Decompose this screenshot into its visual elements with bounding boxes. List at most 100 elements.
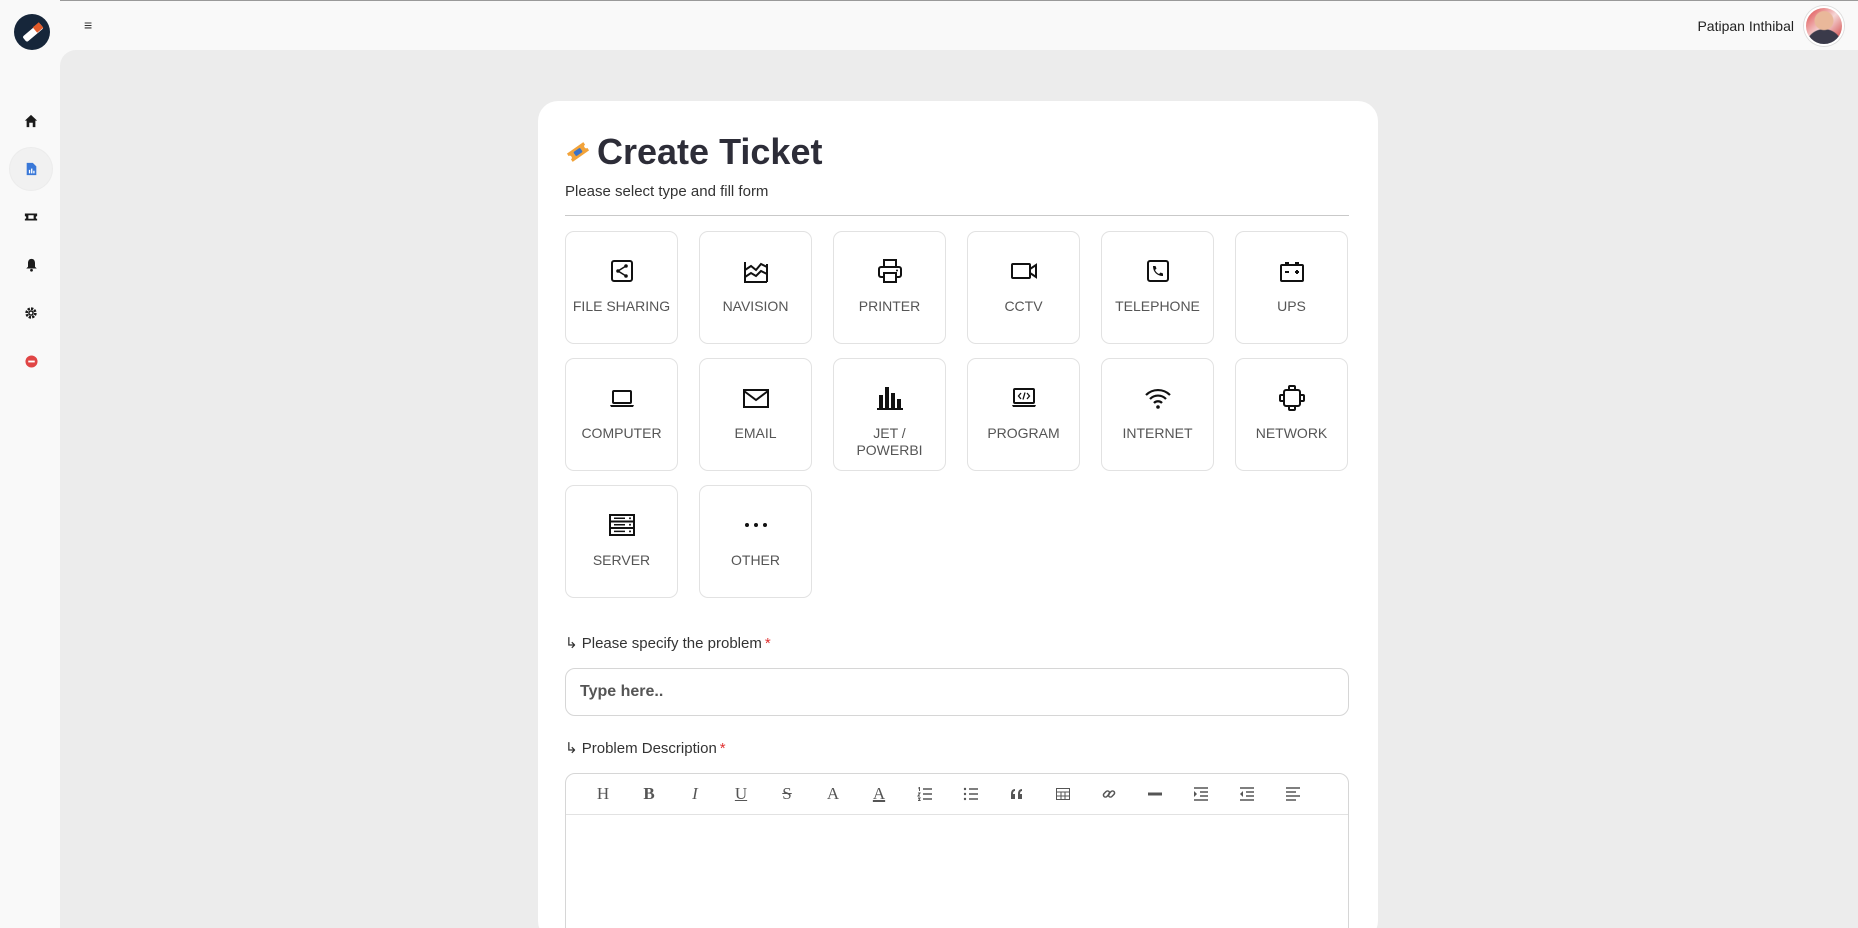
table-icon: [1056, 788, 1070, 800]
sidebar-item-logout[interactable]: [10, 340, 52, 382]
italic-button[interactable]: I: [672, 779, 718, 809]
sidebar-item-report[interactable]: [10, 148, 52, 190]
app-logo[interactable]: [14, 14, 50, 50]
type-tile-printer[interactable]: PRINTER: [833, 231, 946, 344]
page-subtitle: Please select type and fill form: [565, 183, 769, 200]
problem-label-text: ↳ Please specify the problem: [565, 635, 762, 652]
divider: [565, 215, 1349, 216]
home-icon: [24, 114, 38, 128]
type-label: CCTV: [1004, 298, 1043, 314]
ticket-type-grid: FILE SHARING NAVISION PRINTER CCTV TELEP…: [565, 231, 1348, 598]
page-title: Create Ticket: [597, 131, 823, 172]
type-label: COMPUTER: [581, 425, 662, 441]
top-border: [0, 0, 1858, 1]
quote-icon: [1011, 789, 1022, 799]
quote-button[interactable]: [994, 779, 1040, 809]
type-label: NAVISION: [722, 298, 789, 314]
logout-icon: [24, 354, 38, 368]
sidebar-item-settings[interactable]: [10, 292, 52, 334]
link-button[interactable]: [1086, 779, 1132, 809]
underline-button[interactable]: U: [718, 779, 764, 809]
bar-chart-icon: [876, 387, 903, 410]
description-label: ↳ Problem Description *: [565, 739, 726, 757]
ticket-title-icon: [566, 142, 590, 162]
ticket-icon: [24, 213, 38, 221]
camera-icon: [1010, 263, 1037, 279]
description-label-text: ↳ Problem Description: [565, 740, 717, 757]
type-label: TELEPHONE: [1115, 298, 1200, 314]
type-label: EMAIL: [734, 425, 777, 441]
required-mark: *: [719, 740, 726, 757]
type-tile-jet-powerbi[interactable]: JET / POWERBI: [833, 358, 946, 471]
type-label: SERVER: [592, 552, 651, 568]
phone-icon: [1146, 260, 1169, 282]
type-tile-ups[interactable]: UPS: [1235, 231, 1348, 344]
horizontal-rule-icon: [1148, 792, 1162, 796]
user-menu[interactable]: Patipan Inthibal: [1697, 6, 1844, 46]
type-tile-internet[interactable]: INTERNET: [1101, 358, 1214, 471]
type-tile-computer[interactable]: COMPUTER: [565, 358, 678, 471]
network-icon: [1278, 385, 1305, 411]
wifi-icon: [1144, 388, 1171, 409]
outdent-button[interactable]: [1224, 779, 1270, 809]
bell-icon: [25, 258, 37, 272]
printer-icon: [877, 259, 902, 283]
type-tile-server[interactable]: SERVER: [565, 485, 678, 598]
type-tile-telephone[interactable]: TELEPHONE: [1101, 231, 1214, 344]
link-icon: [1102, 790, 1116, 798]
page-title-row: Create Ticket: [565, 131, 822, 173]
type-tile-other[interactable]: OTHER: [699, 485, 812, 598]
ordered-list-button[interactable]: [902, 779, 948, 809]
type-label: FILE SHARING: [572, 298, 671, 314]
highlight-button[interactable]: A: [856, 779, 902, 809]
menu-toggle-icon[interactable]: ≡: [84, 18, 98, 32]
server-icon: [608, 514, 635, 536]
bold-button[interactable]: B: [626, 779, 672, 809]
share-icon: [610, 260, 633, 282]
type-label: PRINTER: [858, 298, 921, 314]
type-label: JET / POWERBI: [856, 425, 923, 458]
sidebar-item-tickets[interactable]: [10, 196, 52, 238]
align-button[interactable]: [1270, 779, 1316, 809]
indent-button[interactable]: [1178, 779, 1224, 809]
type-tile-email[interactable]: EMAIL: [699, 358, 812, 471]
battery-icon: [1279, 262, 1304, 282]
gear-icon: [25, 307, 37, 319]
align-left-icon: [1286, 787, 1300, 801]
type-tile-network[interactable]: NETWORK: [1235, 358, 1348, 471]
bullet-list-button[interactable]: [948, 779, 994, 809]
sidebar: [0, 0, 60, 928]
dots-icon: [744, 523, 767, 527]
description-editor[interactable]: H B I U S A A: [565, 773, 1349, 928]
avatar[interactable]: [1804, 6, 1844, 46]
type-label: PROGRAM: [987, 425, 1060, 441]
type-tile-navision[interactable]: NAVISION: [699, 231, 812, 344]
envelope-icon: [742, 389, 769, 408]
ordered-list-icon: [917, 787, 932, 801]
table-button[interactable]: [1040, 779, 1086, 809]
user-name: Patipan Inthibal: [1697, 18, 1794, 34]
type-label: UPS: [1277, 298, 1306, 314]
type-label: OTHER: [731, 552, 780, 568]
problem-label: ↳ Please specify the problem *: [565, 634, 771, 652]
heading-button[interactable]: H: [580, 779, 626, 809]
bullet-list-icon: [963, 787, 978, 801]
chart-area-icon: [743, 262, 768, 283]
strikethrough-button[interactable]: S: [764, 779, 810, 809]
horizontal-rule-button[interactable]: [1132, 779, 1178, 809]
required-mark: *: [764, 635, 771, 652]
code-laptop-icon: [1011, 388, 1036, 407]
type-tile-cctv[interactable]: CCTV: [967, 231, 1080, 344]
type-tile-file-sharing[interactable]: FILE SHARING: [565, 231, 678, 344]
create-ticket-card: Create Ticket Please select type and fil…: [538, 101, 1378, 928]
editor-toolbar: H B I U S A A: [566, 774, 1348, 815]
indent-icon: [1194, 787, 1208, 801]
laptop-icon: [609, 390, 634, 407]
type-tile-program[interactable]: PROGRAM: [967, 358, 1080, 471]
sidebar-item-notifications[interactable]: [10, 244, 52, 286]
sidebar-item-home[interactable]: [10, 100, 52, 142]
problem-input[interactable]: [565, 668, 1349, 716]
font-color-button[interactable]: A: [810, 779, 856, 809]
report-icon: [26, 162, 36, 176]
type-label: INTERNET: [1122, 425, 1193, 441]
